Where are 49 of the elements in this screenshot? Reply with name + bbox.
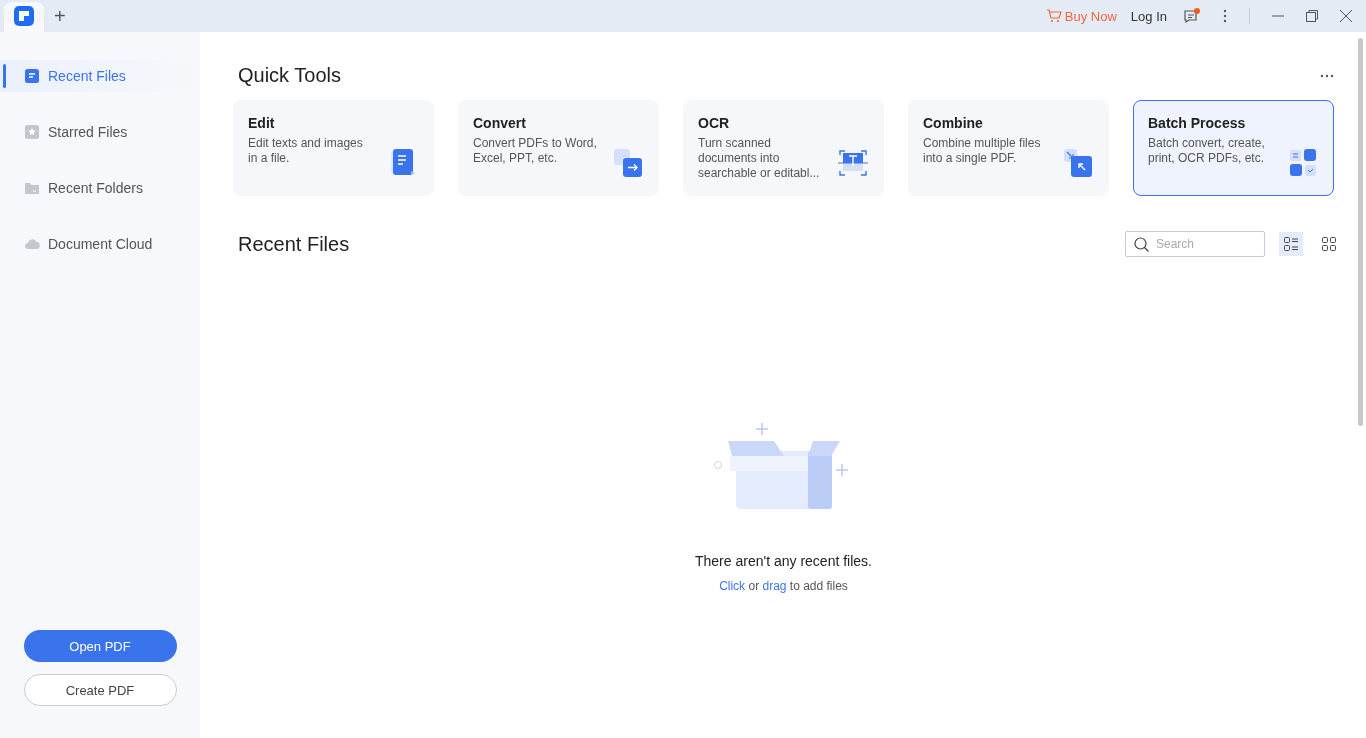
- message-icon[interactable]: [1183, 8, 1201, 24]
- tool-description: Convert PDFs to Word, Excel, PPT, etc.: [473, 136, 597, 166]
- sidebar-item[interactable]: Starred Files: [0, 116, 200, 148]
- more-vertical-icon[interactable]: [1223, 9, 1227, 23]
- hint-link[interactable]: Click: [719, 579, 746, 593]
- sidebar-item[interactable]: Document Cloud: [0, 228, 200, 260]
- sidebar-item[interactable]: Recent Folders: [0, 172, 200, 204]
- tool-description: Batch convert, create, print, OCR PDFs, etc.: [1148, 136, 1266, 166]
- close-icon[interactable]: [1340, 10, 1352, 22]
- tool-description: Turn scanned documents into searchable or editabl...: [698, 136, 821, 181]
- section-title: Recent Files: [238, 232, 350, 256]
- new-tab-button[interactable]: +: [50, 6, 70, 26]
- cart-icon: [1045, 9, 1062, 23]
- tool-card[interactable]: OCR Turn scanned documents into searchable or editabl...: [683, 100, 884, 196]
- tool-card[interactable]: Convert Convert PDFs to Word, Excel, PPT, etc.: [458, 100, 659, 196]
- tool-title: OCR: [698, 115, 731, 131]
- hint-link[interactable]: drag: [762, 579, 787, 593]
- tool-description: Edit texts and images in a file.: [248, 136, 364, 166]
- folder-icon: [24, 180, 40, 196]
- tool-card[interactable]: Batch Process Batch convert, create, print, OCR PDFs, etc.: [1133, 100, 1334, 196]
- batch-tool-icon: [1287, 147, 1319, 179]
- convert-tool-icon: [612, 147, 644, 179]
- grid-view-icon: [1321, 236, 1337, 252]
- ocr-tool-icon: [837, 147, 869, 179]
- more-horizontal-icon[interactable]: [1320, 73, 1334, 78]
- login-button[interactable]: Log In: [1130, 8, 1167, 24]
- tool-description: Combine multiple files into a single PDF.: [923, 136, 1042, 166]
- tool-card[interactable]: Combine Combine multiple files into a single PDF.: [908, 100, 1109, 196]
- file-icon: [24, 68, 40, 84]
- empty-hint: Click or drag to add files: [719, 579, 848, 593]
- tool-title: Convert: [473, 115, 527, 131]
- search-field[interactable]: Search: [1125, 231, 1265, 257]
- tool-title: Edit: [248, 115, 276, 131]
- empty-message: There aren't any recent files.: [695, 553, 872, 569]
- restore-icon[interactable]: [1306, 10, 1318, 22]
- app-tab[interactable]: [4, 2, 44, 34]
- tool-card[interactable]: Edit Edit texts and images in a file.: [233, 100, 434, 196]
- list-view-icon: [1283, 236, 1299, 252]
- section-title: Quick Tools: [238, 64, 341, 87]
- scrollbar[interactable]: [1358, 38, 1363, 426]
- tool-title: Combine: [923, 115, 984, 131]
- cloud-icon: [24, 236, 40, 252]
- app-logo-icon: [14, 6, 34, 26]
- create-pdf-button[interactable]: Create PDF: [23, 674, 177, 706]
- open-pdf-button[interactable]: Open PDF: [23, 630, 177, 662]
- search-icon: [1134, 237, 1149, 252]
- list-view-button[interactable]: [1279, 232, 1303, 256]
- tool-title: Batch Process: [1148, 115, 1247, 131]
- combine-tool-icon: [1062, 147, 1094, 179]
